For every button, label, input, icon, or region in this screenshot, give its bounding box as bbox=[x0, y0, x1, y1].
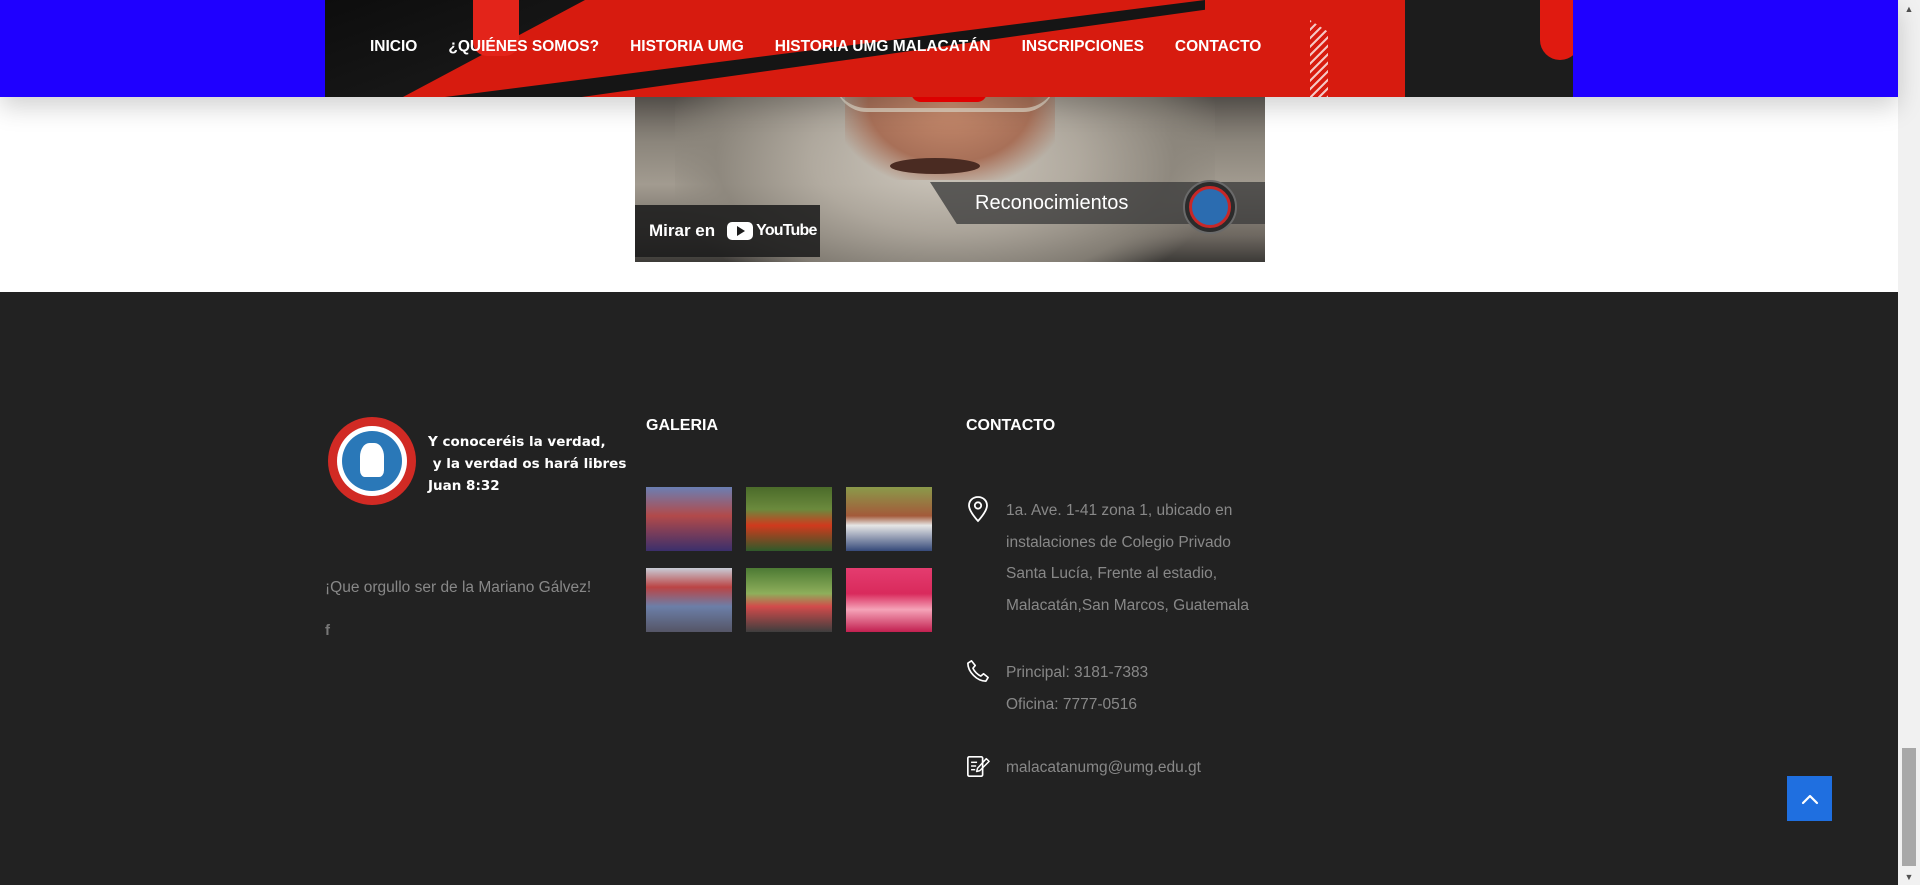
nav-item-contacto[interactable]: CONTACTO bbox=[1175, 38, 1261, 56]
nav-item-historia-umg[interactable]: HISTORIA UMG bbox=[630, 38, 744, 56]
gallery-thumbnail[interactable] bbox=[746, 568, 832, 632]
address-line: Santa Lucía, Frente al estadio, bbox=[1006, 565, 1218, 582]
youtube-video-embed[interactable]: Reconocimientos Mirar en YouTube bbox=[635, 90, 1265, 262]
nav-banner: INICIO ¿QUIÉNES SOMOS? HISTORIA UMG HIST… bbox=[325, 0, 1573, 97]
nav-item-inicio[interactable]: INICIO bbox=[370, 38, 417, 56]
chevron-up-icon bbox=[1801, 794, 1818, 804]
gallery-thumbnail[interactable] bbox=[746, 487, 832, 551]
youtube-logo: YouTube bbox=[727, 222, 817, 240]
footer-tagline: ¡Que orgullo ser de la Mariano Gálvez! bbox=[325, 579, 592, 596]
phone-line[interactable]: Principal: 3181-7383 bbox=[1006, 657, 1148, 689]
nav-item-inscripciones[interactable]: INSCRIPCIONES bbox=[1022, 38, 1144, 56]
youtube-play-icon bbox=[727, 222, 754, 240]
address-text: 1a. Ave. 1-41 zona 1, ubicado en instala… bbox=[1006, 495, 1249, 621]
video-overlay-title: Reconocimientos bbox=[975, 192, 1129, 214]
university-seal-logo bbox=[328, 417, 416, 505]
gallery-thumbnail[interactable] bbox=[846, 487, 932, 551]
address-line: 1a. Ave. 1-41 zona 1, ubicado en bbox=[1006, 502, 1233, 519]
scroll-down-arrow-icon[interactable]: ▼ bbox=[1898, 868, 1920, 885]
facebook-icon[interactable]: f bbox=[325, 622, 330, 639]
youtube-wordmark: YouTube bbox=[756, 222, 817, 239]
contact-heading: CONTACTO bbox=[966, 417, 1056, 434]
gallery-thumbnail[interactable] bbox=[846, 568, 932, 632]
back-to-top-button[interactable] bbox=[1787, 776, 1832, 821]
edit-document-icon bbox=[967, 755, 990, 777]
gallery-thumbnail[interactable] bbox=[646, 487, 732, 551]
nav-stripes-decoration bbox=[1310, 20, 1328, 97]
phone-icon bbox=[967, 660, 989, 682]
motto-line-2: y la verdad os hará libres bbox=[428, 456, 627, 472]
header-bar: INICIO ¿QUIÉNES SOMOS? HISTORIA UMG HIST… bbox=[0, 0, 1898, 97]
page-scrollbar[interactable]: ▲ ▼ bbox=[1898, 0, 1920, 885]
phone-line[interactable]: Oficina: 7777-0516 bbox=[1006, 689, 1148, 721]
nav-right-red-accent bbox=[1540, 0, 1573, 60]
gallery-grid bbox=[646, 487, 932, 632]
address-line: Malacatán,San Marcos, Guatemala bbox=[1006, 596, 1249, 614]
motto-line-3: Juan 8:32 bbox=[428, 478, 500, 494]
footer-motto: Y conoceréis la verdad, y la verdad os h… bbox=[428, 431, 626, 497]
motto-line-1: Y conoceréis la verdad, bbox=[428, 434, 606, 450]
gallery-thumbnail[interactable] bbox=[646, 568, 732, 632]
scrollbar-thumb[interactable] bbox=[1902, 748, 1916, 866]
nav-item-quienes-somos[interactable]: ¿QUIÉNES SOMOS? bbox=[448, 38, 599, 56]
site-footer: Y conoceréis la verdad, y la verdad os h… bbox=[0, 292, 1898, 885]
main-nav: INICIO ¿QUIÉNES SOMOS? HISTORIA UMG HIST… bbox=[370, 0, 1292, 94]
watch-on-label: Mirar en bbox=[649, 221, 716, 240]
phone-text: Principal: 3181-7383 Oficina: 7777-0516 bbox=[1006, 657, 1148, 720]
gallery-heading: GALERIA bbox=[646, 417, 718, 434]
nav-item-historia-umg-malacatan[interactable]: HISTORIA UMG MALACATÁN bbox=[775, 38, 991, 56]
watch-on-youtube-button[interactable]: Mirar en YouTube bbox=[635, 205, 820, 257]
email-link[interactable]: malacatanumg@umg.edu.gt bbox=[1006, 752, 1201, 784]
address-line: instalaciones de Colegio Privado bbox=[1006, 533, 1231, 551]
video-frame-mouth bbox=[890, 158, 980, 174]
map-pin-icon bbox=[968, 496, 988, 523]
scroll-up-arrow-icon[interactable]: ▲ bbox=[1898, 0, 1920, 17]
video-channel-logo bbox=[1183, 180, 1237, 234]
